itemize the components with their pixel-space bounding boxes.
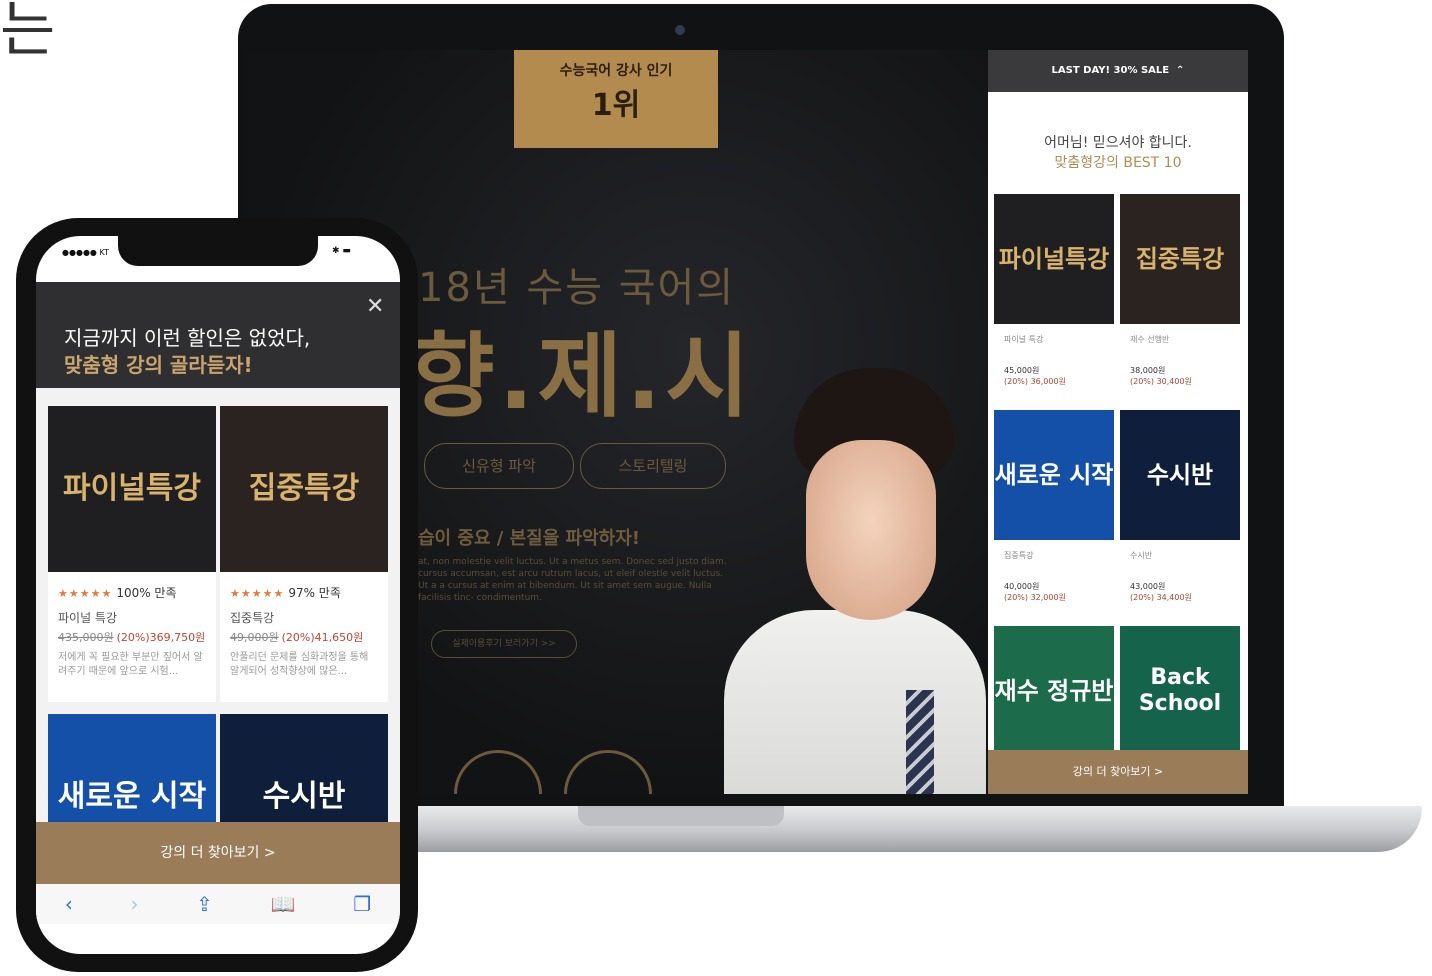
hero-tagline: 습이 중요 / 본질을 파악하자! xyxy=(418,528,641,549)
carrier-label: ●●●●● KT xyxy=(62,248,109,257)
phone-screen: ●●●●● KT ✱ ▬ ✕ 지금까지 이런 할인은 없었다, 맞춤형 강의 골… xyxy=(36,236,400,954)
product-sale-price: (20%) 32,000원 xyxy=(1004,593,1066,602)
product-name: 수시반 xyxy=(1130,551,1153,560)
instructor-photo xyxy=(724,610,986,794)
product-thumbnail: 집중특강 xyxy=(1120,194,1240,324)
satisfaction: 97% 만족 xyxy=(288,586,341,600)
product-price: 43,000원 xyxy=(1130,582,1166,591)
product-sale-price: (20%) 36,000원 xyxy=(1004,377,1066,386)
badge-rank: 1위 xyxy=(591,88,641,123)
laptop-notch xyxy=(578,806,784,826)
course-name: 파이널 특강 xyxy=(58,611,118,625)
satisfaction: 100% 만족 xyxy=(116,586,177,600)
course-card[interactable]: 파이널특강 ★★★★★ 100% 만족 파이널 특강 435,000원 (20%)3… xyxy=(48,406,216,702)
browser-toolbar: ‹ › ⇪ 📖 ❐ xyxy=(36,884,400,924)
instructor-tie xyxy=(906,690,934,794)
product-sale-price: (20%) 30,400원 xyxy=(1130,377,1192,386)
pill-new-type[interactable]: 신유형 파악 xyxy=(424,443,574,489)
course-list: 파이널특강 ★★★★★ 100% 만족 파이널 특강 435,000원 (20%)3… xyxy=(36,388,400,880)
course-price: 435,000원 xyxy=(58,631,114,644)
badge-subtitle: 수능국어 강사 인기 xyxy=(559,63,673,79)
course-thumbnail: 집중특강 xyxy=(220,406,388,572)
panel-subheading: 맞춤형강의 BEST 10 xyxy=(1054,155,1182,171)
stat-circle xyxy=(564,750,652,794)
course-review: 안풀리던 문제를 심화과정을 통해 알게되어 성적향상에 많은... xyxy=(230,652,369,677)
product-name: 집중특강 xyxy=(1004,551,1034,560)
product-card[interactable]: 집중특강 재수 선행반 38,000원 (20%) 30,400원 xyxy=(1120,194,1240,387)
product-name: 재수 선행반 xyxy=(1130,335,1170,344)
sale-header[interactable]: LAST DAY! 30% SALE ⌃ xyxy=(988,50,1248,92)
product-card[interactable]: Back School xyxy=(1120,626,1240,756)
stat-circle xyxy=(454,750,542,794)
course-card[interactable]: 집중특강 ★★★★★ 97% 만족 집중특강 49,000원 (20%)41,650… xyxy=(220,406,388,702)
course-sale-price: (20%)41,650원 xyxy=(281,631,364,644)
product-price: 40,000원 xyxy=(1004,582,1040,591)
product-thumbnail: 재수 정규반 xyxy=(994,626,1114,756)
product-price: 45,000원 xyxy=(1004,366,1040,375)
share-icon[interactable]: ⇪ xyxy=(196,892,213,916)
bookmarks-icon[interactable]: 📖 xyxy=(271,892,296,916)
course-review: 저에게 꼭 필요한 부분만 짚어서 알려주기 때문에 앞으로 시험... xyxy=(58,652,203,677)
reviews-button[interactable]: 실제이용후기 보러가기 >> xyxy=(431,630,577,658)
course-thumbnail: 파이널특강 xyxy=(48,406,216,572)
product-thumbnail: 새로운 시작 xyxy=(994,410,1114,540)
promo-title: 지금까지 이런 할인은 없었다, xyxy=(64,326,311,350)
course-name: 집중특강 xyxy=(230,611,275,625)
hero-description: at, non molestie velit luctus. Ut a metu… xyxy=(418,557,727,603)
more-courses-button[interactable]: 강의 더 찾아보기 > xyxy=(988,750,1248,794)
phone-notch xyxy=(118,236,318,266)
hero-title: 향.제.시 xyxy=(410,323,754,430)
product-sale-price: (20%) 34,400원 xyxy=(1130,593,1192,602)
product-thumbnail: 수시반 xyxy=(1120,410,1240,540)
course-sale-price: (20%)369,750원 xyxy=(116,631,206,644)
rating-stars-icon: ★★★★★ xyxy=(230,587,285,600)
panel-heading: 어머님! 믿으셔야 합니다. xyxy=(1044,135,1192,151)
tabs-icon[interactable]: ❐ xyxy=(353,892,371,916)
more-courses-button[interactable]: 강의 더 찾아보기 > xyxy=(36,822,400,884)
rating-stars-icon: ★★★★★ xyxy=(58,587,113,600)
camera-icon xyxy=(675,25,685,35)
background-text: 는 xyxy=(0,0,56,65)
rank-badge: 수능국어 강사 인기 1위 xyxy=(514,50,718,148)
product-card[interactable]: 새로운 시작 집중특강 40,000원 (20%) 32,000원 xyxy=(994,410,1114,603)
back-icon[interactable]: ‹ xyxy=(65,892,73,916)
product-card[interactable]: 수시반 수시반 43,000원 (20%) 34,400원 xyxy=(1120,410,1240,603)
product-name: 파이널 특강 xyxy=(1004,335,1044,344)
instructor-face xyxy=(806,440,936,620)
close-icon[interactable]: ✕ xyxy=(366,294,384,319)
sale-panel: LAST DAY! 30% SALE ⌃ 어머님! 믿으셔야 합니다. 맞춤형강… xyxy=(988,50,1248,794)
forward-icon[interactable]: › xyxy=(131,892,139,916)
course-price: 49,000원 xyxy=(230,631,279,644)
product-card[interactable]: 재수 정규반 xyxy=(994,626,1114,756)
pill-storytelling[interactable]: 스토리텔링 xyxy=(580,443,726,489)
product-card[interactable]: 파이널특강 파이널 특강 45,000원 (20%) 36,000원 xyxy=(994,194,1114,387)
product-thumbnail: Back School xyxy=(1120,626,1240,756)
battery-icon: ✱ ▬ xyxy=(332,246,351,256)
product-thumbnail: 파이널특강 xyxy=(994,194,1114,324)
product-price: 38,000원 xyxy=(1130,366,1166,375)
promo-subtitle: 맞춤형 강의 골라듣자! xyxy=(64,353,253,377)
